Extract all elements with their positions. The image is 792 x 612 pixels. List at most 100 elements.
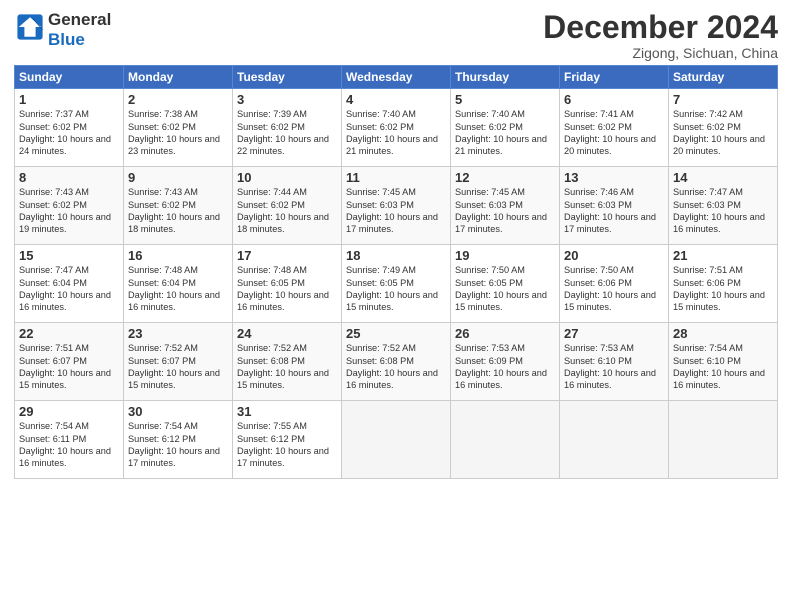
day-info: Sunrise: 7:40 AMSunset: 6:02 PMDaylight:… <box>455 108 555 158</box>
day-number: 23 <box>128 326 228 341</box>
day-cell: 25Sunrise: 7:52 AMSunset: 6:08 PMDayligh… <box>342 323 451 401</box>
day-cell: 4Sunrise: 7:40 AMSunset: 6:02 PMDaylight… <box>342 89 451 167</box>
week-row-3: 15Sunrise: 7:47 AMSunset: 6:04 PMDayligh… <box>15 245 778 323</box>
day-cell: 23Sunrise: 7:52 AMSunset: 6:07 PMDayligh… <box>124 323 233 401</box>
week-row-4: 22Sunrise: 7:51 AMSunset: 6:07 PMDayligh… <box>15 323 778 401</box>
day-number: 8 <box>19 170 119 185</box>
day-number: 17 <box>237 248 337 263</box>
day-info: Sunrise: 7:47 AMSunset: 6:04 PMDaylight:… <box>19 264 119 314</box>
day-number: 14 <box>673 170 773 185</box>
month-title: December 2024 <box>543 10 778 45</box>
day-info: Sunrise: 7:51 AMSunset: 6:06 PMDaylight:… <box>673 264 773 314</box>
page-container: General Blue December 2024 Zigong, Sichu… <box>0 0 792 485</box>
col-header-friday: Friday <box>560 66 669 89</box>
day-info: Sunrise: 7:42 AMSunset: 6:02 PMDaylight:… <box>673 108 773 158</box>
col-header-tuesday: Tuesday <box>233 66 342 89</box>
day-number: 19 <box>455 248 555 263</box>
day-cell: 19Sunrise: 7:50 AMSunset: 6:05 PMDayligh… <box>451 245 560 323</box>
day-cell: 22Sunrise: 7:51 AMSunset: 6:07 PMDayligh… <box>15 323 124 401</box>
day-cell: 6Sunrise: 7:41 AMSunset: 6:02 PMDaylight… <box>560 89 669 167</box>
day-cell: 26Sunrise: 7:53 AMSunset: 6:09 PMDayligh… <box>451 323 560 401</box>
day-info: Sunrise: 7:40 AMSunset: 6:02 PMDaylight:… <box>346 108 446 158</box>
day-number: 12 <box>455 170 555 185</box>
day-cell <box>669 401 778 479</box>
day-cell: 20Sunrise: 7:50 AMSunset: 6:06 PMDayligh… <box>560 245 669 323</box>
day-info: Sunrise: 7:54 AMSunset: 6:10 PMDaylight:… <box>673 342 773 392</box>
day-number: 29 <box>19 404 119 419</box>
day-number: 18 <box>346 248 446 263</box>
day-info: Sunrise: 7:38 AMSunset: 6:02 PMDaylight:… <box>128 108 228 158</box>
location: Zigong, Sichuan, China <box>543 45 778 61</box>
day-cell: 17Sunrise: 7:48 AMSunset: 6:05 PMDayligh… <box>233 245 342 323</box>
day-number: 27 <box>564 326 664 341</box>
col-header-sunday: Sunday <box>15 66 124 89</box>
day-info: Sunrise: 7:53 AMSunset: 6:09 PMDaylight:… <box>455 342 555 392</box>
day-cell: 24Sunrise: 7:52 AMSunset: 6:08 PMDayligh… <box>233 323 342 401</box>
day-info: Sunrise: 7:53 AMSunset: 6:10 PMDaylight:… <box>564 342 664 392</box>
header: General Blue December 2024 Zigong, Sichu… <box>14 10 778 61</box>
day-info: Sunrise: 7:55 AMSunset: 6:12 PMDaylight:… <box>237 420 337 470</box>
col-header-monday: Monday <box>124 66 233 89</box>
day-number: 5 <box>455 92 555 107</box>
day-info: Sunrise: 7:37 AMSunset: 6:02 PMDaylight:… <box>19 108 119 158</box>
day-number: 13 <box>564 170 664 185</box>
day-cell: 9Sunrise: 7:43 AMSunset: 6:02 PMDaylight… <box>124 167 233 245</box>
calendar-header-row: SundayMondayTuesdayWednesdayThursdayFrid… <box>15 66 778 89</box>
day-number: 30 <box>128 404 228 419</box>
col-header-saturday: Saturday <box>669 66 778 89</box>
day-info: Sunrise: 7:43 AMSunset: 6:02 PMDaylight:… <box>128 186 228 236</box>
day-number: 6 <box>564 92 664 107</box>
day-cell: 27Sunrise: 7:53 AMSunset: 6:10 PMDayligh… <box>560 323 669 401</box>
day-number: 11 <box>346 170 446 185</box>
day-number: 21 <box>673 248 773 263</box>
day-cell: 14Sunrise: 7:47 AMSunset: 6:03 PMDayligh… <box>669 167 778 245</box>
day-number: 1 <box>19 92 119 107</box>
day-cell: 5Sunrise: 7:40 AMSunset: 6:02 PMDaylight… <box>451 89 560 167</box>
col-header-thursday: Thursday <box>451 66 560 89</box>
day-info: Sunrise: 7:52 AMSunset: 6:07 PMDaylight:… <box>128 342 228 392</box>
day-number: 24 <box>237 326 337 341</box>
day-cell: 15Sunrise: 7:47 AMSunset: 6:04 PMDayligh… <box>15 245 124 323</box>
day-number: 28 <box>673 326 773 341</box>
day-info: Sunrise: 7:52 AMSunset: 6:08 PMDaylight:… <box>237 342 337 392</box>
day-info: Sunrise: 7:45 AMSunset: 6:03 PMDaylight:… <box>346 186 446 236</box>
week-row-1: 1Sunrise: 7:37 AMSunset: 6:02 PMDaylight… <box>15 89 778 167</box>
day-info: Sunrise: 7:50 AMSunset: 6:06 PMDaylight:… <box>564 264 664 314</box>
col-header-wednesday: Wednesday <box>342 66 451 89</box>
day-info: Sunrise: 7:47 AMSunset: 6:03 PMDaylight:… <box>673 186 773 236</box>
day-cell: 16Sunrise: 7:48 AMSunset: 6:04 PMDayligh… <box>124 245 233 323</box>
day-number: 22 <box>19 326 119 341</box>
day-cell: 7Sunrise: 7:42 AMSunset: 6:02 PMDaylight… <box>669 89 778 167</box>
day-cell <box>451 401 560 479</box>
day-info: Sunrise: 7:46 AMSunset: 6:03 PMDaylight:… <box>564 186 664 236</box>
day-info: Sunrise: 7:48 AMSunset: 6:04 PMDaylight:… <box>128 264 228 314</box>
day-cell: 10Sunrise: 7:44 AMSunset: 6:02 PMDayligh… <box>233 167 342 245</box>
day-info: Sunrise: 7:39 AMSunset: 6:02 PMDaylight:… <box>237 108 337 158</box>
day-info: Sunrise: 7:50 AMSunset: 6:05 PMDaylight:… <box>455 264 555 314</box>
day-number: 10 <box>237 170 337 185</box>
day-number: 2 <box>128 92 228 107</box>
day-cell: 31Sunrise: 7:55 AMSunset: 6:12 PMDayligh… <box>233 401 342 479</box>
day-number: 26 <box>455 326 555 341</box>
day-cell <box>560 401 669 479</box>
logo-icon <box>16 13 44 41</box>
day-number: 9 <box>128 170 228 185</box>
day-info: Sunrise: 7:48 AMSunset: 6:05 PMDaylight:… <box>237 264 337 314</box>
day-number: 4 <box>346 92 446 107</box>
title-block: December 2024 Zigong, Sichuan, China <box>543 10 778 61</box>
calendar-table: SundayMondayTuesdayWednesdayThursdayFrid… <box>14 65 778 479</box>
week-row-5: 29Sunrise: 7:54 AMSunset: 6:11 PMDayligh… <box>15 401 778 479</box>
day-info: Sunrise: 7:41 AMSunset: 6:02 PMDaylight:… <box>564 108 664 158</box>
day-cell: 8Sunrise: 7:43 AMSunset: 6:02 PMDaylight… <box>15 167 124 245</box>
day-cell: 28Sunrise: 7:54 AMSunset: 6:10 PMDayligh… <box>669 323 778 401</box>
day-info: Sunrise: 7:49 AMSunset: 6:05 PMDaylight:… <box>346 264 446 314</box>
day-info: Sunrise: 7:52 AMSunset: 6:08 PMDaylight:… <box>346 342 446 392</box>
day-cell: 12Sunrise: 7:45 AMSunset: 6:03 PMDayligh… <box>451 167 560 245</box>
day-info: Sunrise: 7:44 AMSunset: 6:02 PMDaylight:… <box>237 186 337 236</box>
day-cell: 13Sunrise: 7:46 AMSunset: 6:03 PMDayligh… <box>560 167 669 245</box>
day-number: 31 <box>237 404 337 419</box>
day-info: Sunrise: 7:45 AMSunset: 6:03 PMDaylight:… <box>455 186 555 236</box>
logo: General Blue <box>14 10 111 49</box>
day-cell: 29Sunrise: 7:54 AMSunset: 6:11 PMDayligh… <box>15 401 124 479</box>
day-cell: 21Sunrise: 7:51 AMSunset: 6:06 PMDayligh… <box>669 245 778 323</box>
